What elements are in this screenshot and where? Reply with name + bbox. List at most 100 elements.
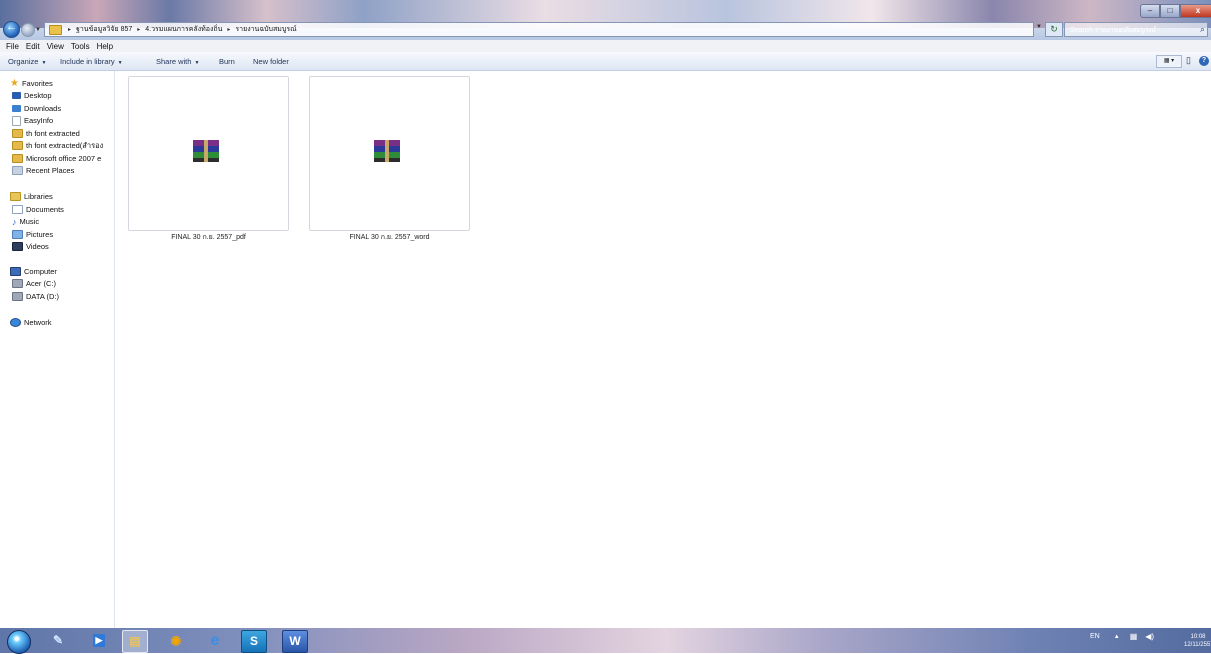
menu-tools[interactable]: Tools bbox=[71, 42, 90, 51]
share-with-label: Share with bbox=[156, 57, 192, 66]
nav-label: Music bbox=[19, 217, 40, 226]
organize-button[interactable]: Organize ▼ bbox=[8, 57, 46, 66]
internet-explorer-icon: e bbox=[210, 632, 220, 649]
taskbar-skype-button[interactable]: S bbox=[241, 630, 267, 653]
menu-view[interactable]: View bbox=[47, 42, 64, 51]
nav-label: Acer (C:) bbox=[26, 279, 56, 288]
winrar-archive-icon bbox=[193, 140, 219, 162]
nav-item-drive-c[interactable]: Acer (C:) bbox=[12, 278, 116, 289]
folder-icon bbox=[49, 24, 62, 35]
new-folder-button[interactable]: New folder bbox=[253, 57, 289, 66]
clock[interactable]: 10:08 12/11/2557 bbox=[1184, 633, 1211, 649]
nav-label: Computer bbox=[24, 267, 57, 276]
window-controls: – □ x bbox=[1140, 4, 1211, 18]
nav-item-documents[interactable]: Documents bbox=[12, 204, 116, 215]
nav-label: Recent Places bbox=[26, 166, 75, 175]
help-button[interactable]: ? bbox=[1199, 56, 1209, 66]
drive-icon bbox=[12, 292, 23, 301]
libraries-icon bbox=[10, 192, 21, 201]
nav-favorites[interactable]: ★ Favorites bbox=[10, 78, 114, 89]
chevron-right-icon[interactable]: ▸ bbox=[137, 26, 140, 33]
taskbar-app-button[interactable]: ✎ bbox=[46, 630, 70, 651]
chevron-down-icon: ▼ bbox=[194, 60, 200, 66]
taskbar-chrome-button[interactable]: ◉ bbox=[164, 630, 188, 651]
nav-item-microsoft-office[interactable]: Microsoft office 2007 e bbox=[12, 153, 116, 164]
nav-label: th font extracted bbox=[26, 129, 80, 138]
nav-network[interactable]: Network bbox=[10, 317, 114, 328]
file-name-label[interactable]: FINAL 30 ก.ย. 2557_word bbox=[309, 232, 470, 243]
pictures-icon bbox=[12, 230, 23, 239]
nav-item-easyinfo[interactable]: EasyInfo bbox=[12, 115, 116, 126]
address-bar[interactable]: ▸ ฐานข้อมูลวิจัย 857 ▸ 4.วรมแผนการคลังท้… bbox=[44, 22, 1034, 37]
nav-item-music[interactable]: ♪ Music bbox=[12, 216, 116, 227]
taskbar-ie-button[interactable]: e bbox=[203, 630, 227, 651]
recent-pages-dropdown[interactable]: ▼ bbox=[35, 27, 41, 33]
file-tile-pdf[interactable] bbox=[128, 76, 289, 231]
back-button[interactable] bbox=[3, 21, 20, 38]
minimize-button[interactable]: – bbox=[1140, 4, 1160, 18]
search-icon[interactable]: ⌕ bbox=[1200, 24, 1205, 35]
nav-label: th font extracted(สำรอง bbox=[26, 140, 104, 150]
nav-computer[interactable]: Computer bbox=[10, 266, 114, 277]
nav-item-videos[interactable]: Videos bbox=[12, 241, 116, 252]
share-with-button[interactable]: Share with ▼ bbox=[156, 57, 199, 66]
menu-edit[interactable]: Edit bbox=[26, 42, 40, 51]
organize-label: Organize bbox=[8, 57, 39, 66]
address-dropdown[interactable]: ▼ bbox=[1036, 24, 1042, 30]
network-icon bbox=[10, 318, 21, 327]
search-input[interactable]: Search รายงานฉบับสมบูรณ์ ⌕ bbox=[1064, 22, 1208, 37]
refresh-button[interactable]: ↻ bbox=[1045, 22, 1063, 37]
nav-item-downloads[interactable]: Downloads bbox=[12, 103, 116, 114]
command-bar: Organize ▼ Include in library ▼ Share with… bbox=[0, 52, 1211, 71]
nav-label: Documents bbox=[26, 205, 64, 214]
volume-icon[interactable]: ◀) bbox=[1145, 632, 1154, 641]
chevron-right-icon[interactable]: ▸ bbox=[227, 26, 230, 33]
nav-item-pictures[interactable]: Pictures bbox=[12, 229, 116, 240]
nav-libraries[interactable]: Libraries bbox=[10, 191, 114, 202]
file-tile-word[interactable] bbox=[309, 76, 470, 231]
file-name-label[interactable]: FINAL 30 ก.ย. 2557_pdf bbox=[128, 232, 289, 243]
nav-label: Favorites bbox=[21, 79, 53, 88]
preview-pane-button[interactable]: ▯ bbox=[1186, 55, 1197, 66]
desktop-icon bbox=[12, 92, 21, 99]
system-tray: EN ▲ ▦ ◀) bbox=[1090, 632, 1154, 641]
app-icon: ✎ bbox=[52, 633, 64, 647]
videos-icon bbox=[12, 242, 23, 251]
media-player-icon: ▶ bbox=[93, 634, 105, 647]
show-hidden-icons-button[interactable]: ▲ bbox=[1114, 634, 1120, 640]
nav-item-th-font-extracted-backup[interactable]: th font extracted(สำรอง bbox=[12, 140, 116, 151]
menu-bar: File Edit View Tools Help bbox=[0, 40, 1211, 52]
nav-label: DATA (D:) bbox=[26, 292, 60, 301]
close-button[interactable]: x bbox=[1180, 4, 1211, 18]
menu-help[interactable]: Help bbox=[97, 42, 113, 51]
nav-item-recent-places[interactable]: Recent Places bbox=[12, 165, 116, 176]
burn-button[interactable]: Burn bbox=[219, 57, 235, 66]
folder-icon bbox=[12, 129, 23, 138]
include-in-library-button[interactable]: Include in library ▼ bbox=[60, 57, 123, 66]
breadcrumb-item[interactable]: รายงานฉบับสมบูรณ์ bbox=[235, 24, 296, 35]
folder-icon bbox=[12, 154, 23, 163]
start-button[interactable] bbox=[7, 630, 31, 654]
word-icon: W bbox=[289, 634, 301, 648]
navigation-pane: ★ Favorites Desktop Downloads EasyInfo th… bbox=[0, 71, 115, 628]
nav-item-th-font-extracted[interactable]: th font extracted bbox=[12, 128, 116, 139]
menu-file[interactable]: File bbox=[6, 42, 19, 51]
nav-label: Network bbox=[24, 318, 52, 327]
drive-icon bbox=[12, 279, 23, 288]
nav-item-desktop[interactable]: Desktop bbox=[12, 90, 116, 101]
taskbar-media-player-button[interactable]: ▶ bbox=[87, 630, 111, 651]
winrar-archive-icon bbox=[374, 140, 400, 162]
network-tray-icon[interactable]: ▦ bbox=[1130, 632, 1138, 641]
change-view-button[interactable]: ▦ ▾ bbox=[1156, 55, 1182, 68]
maximize-button[interactable]: □ bbox=[1160, 4, 1180, 18]
nav-label: Microsoft office 2007 e bbox=[26, 154, 102, 163]
chevron-right-icon[interactable]: ▸ bbox=[68, 26, 71, 33]
taskbar-explorer-button[interactable]: ▤ bbox=[122, 630, 148, 653]
breadcrumb-item[interactable]: ฐานข้อมูลวิจัย 857 bbox=[76, 24, 132, 35]
breadcrumb-item[interactable]: 4.วรมแผนการคลังท้องถิ่น bbox=[145, 24, 222, 35]
taskbar-word-button[interactable]: W bbox=[282, 630, 308, 653]
nav-item-drive-d[interactable]: DATA (D:) bbox=[12, 291, 116, 302]
forward-button[interactable] bbox=[21, 23, 35, 37]
language-indicator[interactable]: EN bbox=[1090, 633, 1100, 640]
computer-icon bbox=[10, 267, 21, 276]
